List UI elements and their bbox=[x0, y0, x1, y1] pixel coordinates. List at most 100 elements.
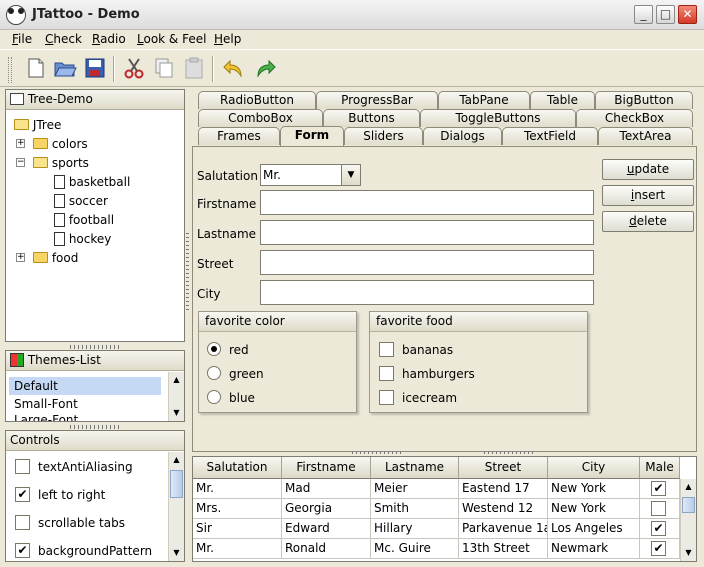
scroll-down-icon[interactable]: ▼ bbox=[169, 545, 184, 560]
chk-hamburgers[interactable] bbox=[379, 366, 394, 381]
tab-form[interactable]: Form bbox=[280, 126, 344, 146]
table-cell[interactable]: New York bbox=[548, 499, 640, 519]
menu-help[interactable]: Help bbox=[214, 32, 241, 46]
scroll-down-icon[interactable]: ▼ bbox=[681, 545, 696, 560]
col-lastname[interactable]: Lastname bbox=[371, 457, 459, 479]
theme-item-default[interactable]: Default bbox=[9, 377, 161, 395]
col-firstname[interactable]: Firstname bbox=[282, 457, 371, 479]
expand-icon[interactable]: + bbox=[16, 139, 25, 148]
radio-blue[interactable] bbox=[207, 390, 221, 404]
collapse-icon[interactable]: − bbox=[16, 158, 25, 167]
undo-arrow-icon[interactable] bbox=[222, 56, 246, 80]
table-cell[interactable]: Ronald bbox=[282, 539, 371, 559]
scroll-thumb[interactable] bbox=[682, 497, 695, 513]
toolbar-grip[interactable] bbox=[8, 57, 12, 83]
tab-combobox[interactable]: ComboBox bbox=[198, 109, 323, 127]
splitter-handle[interactable] bbox=[484, 451, 536, 454]
street-field[interactable] bbox=[260, 250, 594, 275]
paste-icon[interactable] bbox=[182, 56, 206, 80]
lastname-field[interactable] bbox=[260, 220, 594, 245]
tree-node-colors[interactable]: colors bbox=[33, 135, 88, 154]
radio-red[interactable] bbox=[207, 342, 221, 356]
tab-frames[interactable]: Frames bbox=[198, 127, 280, 145]
table-cell[interactable]: Mr. bbox=[193, 539, 282, 559]
new-file-icon[interactable] bbox=[24, 56, 48, 80]
scroll-up-icon[interactable]: ▲ bbox=[169, 372, 184, 387]
chk-left-to-right[interactable]: ✔ bbox=[15, 487, 30, 502]
table-cell[interactable]: Mc. Guire bbox=[371, 539, 459, 559]
chevron-down-icon[interactable]: ▼ bbox=[341, 165, 360, 185]
table-cell[interactable]: Mr. bbox=[193, 479, 282, 499]
tab-dialogs[interactable]: Dialogs bbox=[423, 127, 502, 145]
insert-button[interactable]: insert bbox=[602, 185, 694, 206]
tree-node-soccer[interactable]: soccer bbox=[54, 192, 108, 211]
tab-table[interactable]: Table bbox=[530, 91, 595, 109]
tab-tabpane[interactable]: TabPane bbox=[438, 91, 530, 109]
delete-button[interactable]: delete bbox=[602, 211, 694, 232]
col-street[interactable]: Street bbox=[459, 457, 548, 479]
city-field[interactable] bbox=[260, 280, 594, 305]
male-checkbox[interactable]: ✔ bbox=[651, 521, 666, 536]
male-checkbox[interactable] bbox=[651, 501, 666, 516]
chk-bananas[interactable] bbox=[379, 342, 394, 357]
table-cell[interactable]: Edward bbox=[282, 519, 371, 539]
save-disk-icon[interactable] bbox=[83, 56, 107, 80]
redo-arrow-icon[interactable] bbox=[253, 56, 277, 80]
cut-scissors-icon[interactable] bbox=[122, 56, 146, 80]
scroll-up-icon[interactable]: ▲ bbox=[169, 452, 184, 467]
tab-togglebuttons[interactable]: ToggleButtons bbox=[420, 109, 576, 127]
themes-scrollbar[interactable]: ▲ ▼ bbox=[168, 372, 184, 421]
chk-text-antialiasing[interactable] bbox=[15, 459, 30, 474]
tree-node-root[interactable]: JTree bbox=[14, 116, 61, 135]
splitter-handle[interactable] bbox=[70, 425, 120, 429]
tab-progressbar[interactable]: ProgressBar bbox=[316, 91, 438, 109]
tab-bigbutton[interactable]: BigButton bbox=[595, 91, 693, 109]
scroll-up-icon[interactable]: ▲ bbox=[681, 479, 696, 494]
tab-radiobutton[interactable]: RadioButton bbox=[198, 91, 316, 109]
table-cell[interactable]: Georgia bbox=[282, 499, 371, 519]
menu-radio[interactable]: Radio bbox=[92, 32, 126, 46]
scroll-thumb[interactable] bbox=[170, 470, 183, 498]
chk-icecream[interactable] bbox=[379, 390, 394, 405]
theme-item-large-font[interactable]: Large-Font bbox=[9, 413, 161, 421]
tree-node-basketball[interactable]: basketball bbox=[54, 173, 130, 192]
salutation-combobox[interactable]: Mr. ▼ bbox=[260, 164, 361, 186]
table-cell[interactable]: Los Angeles bbox=[548, 519, 640, 539]
maximize-button[interactable]: □ bbox=[656, 5, 675, 24]
tab-textarea[interactable]: TextArea bbox=[598, 127, 693, 145]
controls-scrollbar[interactable]: ▲ ▼ bbox=[168, 452, 184, 561]
minimize-button[interactable]: _ bbox=[634, 5, 653, 24]
menu-check[interactable]: Check bbox=[45, 32, 82, 46]
male-checkbox[interactable]: ✔ bbox=[651, 541, 666, 556]
table-cell[interactable]: Sir bbox=[193, 519, 282, 539]
menu-look-and-feel[interactable]: Look & Feel bbox=[137, 32, 206, 46]
tab-checkbox[interactable]: CheckBox bbox=[576, 109, 693, 127]
col-salutation[interactable]: Salutation bbox=[193, 457, 282, 479]
tab-textfield[interactable]: TextField bbox=[502, 127, 598, 145]
expand-icon[interactable]: + bbox=[16, 253, 25, 262]
tab-buttons[interactable]: Buttons bbox=[323, 109, 420, 127]
male-checkbox[interactable]: ✔ bbox=[651, 481, 666, 496]
chk-scrollable-tabs[interactable] bbox=[15, 515, 30, 530]
table-cell[interactable]: Smith bbox=[371, 499, 459, 519]
splitter-handle[interactable] bbox=[352, 451, 404, 454]
table-cell[interactable]: Hillary bbox=[371, 519, 459, 539]
firstname-field[interactable] bbox=[260, 190, 594, 215]
tree-node-football[interactable]: football bbox=[54, 211, 114, 230]
copy-icon[interactable] bbox=[152, 56, 176, 80]
chk-background-pattern[interactable]: ✔ bbox=[15, 543, 30, 558]
radio-green[interactable] bbox=[207, 366, 221, 380]
update-button[interactable]: update bbox=[602, 159, 694, 180]
theme-item-small-font[interactable]: Small-Font bbox=[9, 395, 161, 413]
col-male[interactable]: Male bbox=[640, 457, 680, 479]
table-cell[interactable]: Meier bbox=[371, 479, 459, 499]
table-cell[interactable]: Parkavenue 1a bbox=[459, 519, 548, 539]
tree-node-food[interactable]: food bbox=[33, 249, 78, 268]
col-city[interactable]: City bbox=[548, 457, 640, 479]
tree-node-sports[interactable]: sports bbox=[33, 154, 89, 173]
close-button[interactable]: ✕ bbox=[678, 5, 697, 24]
scroll-down-icon[interactable]: ▼ bbox=[169, 405, 184, 420]
table-cell[interactable]: Mad bbox=[282, 479, 371, 499]
tab-sliders[interactable]: Sliders bbox=[344, 127, 423, 145]
menu-file[interactable]: File bbox=[12, 32, 32, 46]
